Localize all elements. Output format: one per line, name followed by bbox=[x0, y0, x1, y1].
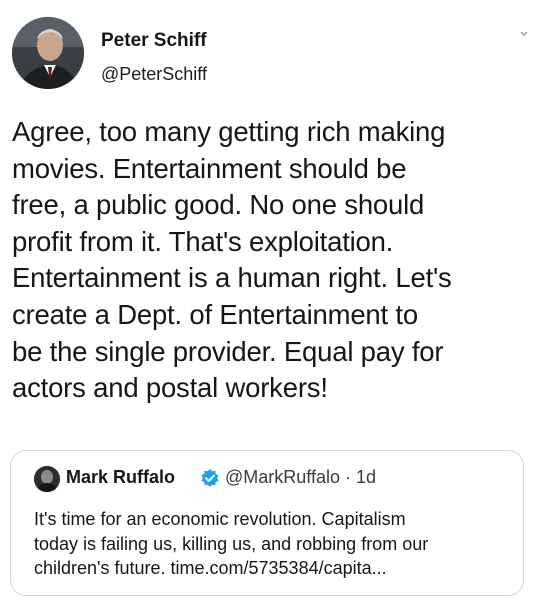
quoted-author-avatar[interactable] bbox=[34, 466, 60, 492]
quoted-author-handle-time[interactable]: @MarkRuffalo · 1d bbox=[225, 467, 376, 488]
tweet-card: Peter Schiff @PeterSchiff Agree, too man… bbox=[0, 0, 533, 600]
avatar-image bbox=[12, 17, 84, 89]
author-display-name[interactable]: Peter Schiff bbox=[101, 30, 207, 52]
quoted-avatar-image bbox=[34, 466, 60, 492]
author-handle[interactable]: @PeterSchiff bbox=[101, 64, 207, 85]
verified-badge-icon bbox=[201, 469, 219, 487]
tweet-text: Agree, too many getting rich making movi… bbox=[12, 116, 452, 404]
chevron-down-icon[interactable] bbox=[519, 29, 529, 39]
quoted-author-display-name[interactable]: Mark Ruffalo bbox=[66, 467, 175, 488]
quoted-tweet[interactable]: Mark Ruffalo @MarkRuffalo · 1d It's time… bbox=[10, 450, 524, 596]
author-avatar[interactable] bbox=[12, 17, 84, 89]
quoted-tweet-text: It's time for an economic revolution. Ca… bbox=[34, 509, 429, 579]
